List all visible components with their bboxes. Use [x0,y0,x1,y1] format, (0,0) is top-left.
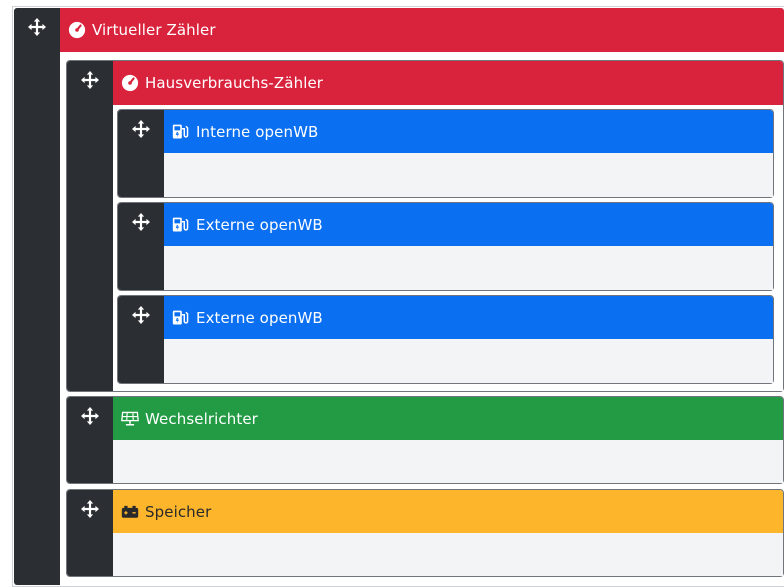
drag-handle[interactable] [118,296,164,383]
drag-handle[interactable] [118,110,164,197]
move-icon [132,213,150,231]
virtual-meter-title: Virtueller Zähler [92,21,216,39]
charge-point-body [164,339,773,383]
charge-point-title: Externe openWB [196,215,323,234]
move-icon [81,407,99,425]
charge-point-node: Externe openWB [117,295,774,384]
drag-handle[interactable] [14,8,60,585]
move-icon [132,306,150,324]
battery-header[interactable]: Speicher [113,490,783,533]
charge-point-header[interactable]: Externe openWB [164,203,773,246]
battery-node: Speicher [66,489,784,577]
house-meter-header[interactable]: Hausverbrauchs-Zähler [113,61,783,105]
charge-point-header[interactable]: Externe openWB [164,296,773,339]
drag-handle[interactable] [67,490,113,576]
drag-handle[interactable] [67,61,113,391]
gauge-icon [121,74,139,92]
house-meter-title: Hausverbrauchs-Zähler [145,74,324,92]
charge-point-node: Externe openWB [117,202,774,291]
drag-handle[interactable] [118,203,164,290]
charging-station-icon [172,217,189,232]
inverter-title: Wechselrichter [145,409,258,428]
charge-point-header[interactable]: Interne openWB [164,110,773,153]
solar-panel-icon [121,411,139,425]
charge-point-body [164,153,773,197]
move-icon [81,500,99,518]
charge-point-node: Interne openWB [117,109,774,198]
charge-point-body [164,246,773,290]
inverter-body [113,440,783,483]
charging-station-icon [172,124,189,139]
move-icon [81,71,99,89]
inverter-node: Wechselrichter [66,396,784,484]
drag-handle[interactable] [67,397,113,483]
move-icon [28,18,46,36]
gauge-icon [68,21,86,39]
charge-point-title: Interne openWB [196,122,319,141]
battery-icon [121,505,139,518]
charging-station-icon [172,310,189,325]
charge-point-title: Externe openWB [196,308,323,327]
battery-title: Speicher [145,502,212,521]
move-icon [132,120,150,138]
battery-body [113,533,783,576]
inverter-header[interactable]: Wechselrichter [113,397,783,440]
virtual-meter-header[interactable]: Virtueller Zähler [60,8,784,52]
